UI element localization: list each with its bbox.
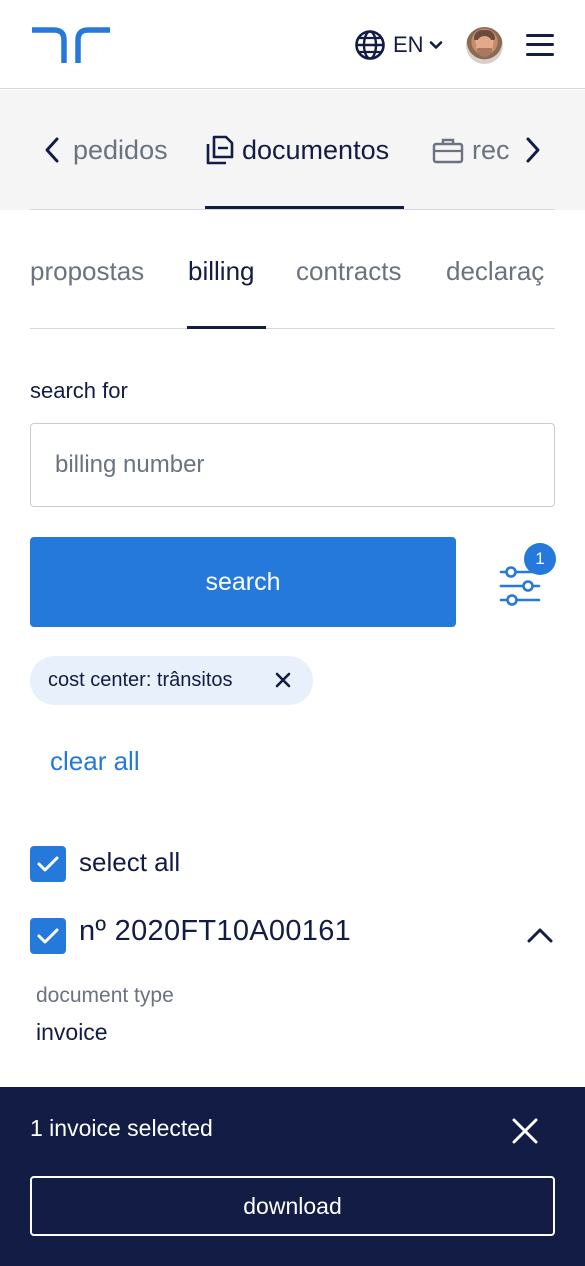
brand-logo-icon[interactable] — [32, 27, 110, 65]
tab-rec-label: rec — [472, 134, 510, 165]
hamburger-menu-icon[interactable] — [526, 33, 554, 57]
avatar-beard — [477, 48, 492, 57]
filter-count-badge: 1 — [524, 543, 556, 575]
subtab-contracts[interactable]: contracts — [296, 251, 402, 291]
document-icon — [206, 135, 234, 165]
tab-pedidos[interactable]: pedidos — [73, 130, 168, 170]
tab-documentos[interactable]: documentos — [206, 130, 389, 170]
user-avatar[interactable] — [466, 27, 503, 64]
chevron-right-icon[interactable] — [524, 136, 542, 164]
subtab-active-indicator — [187, 326, 266, 329]
subtab-billing[interactable]: billing — [188, 251, 255, 291]
selection-count-text: 1 invoice selected — [30, 1115, 213, 1141]
primary-tab-active-indicator — [205, 206, 404, 209]
search-label: search for — [30, 378, 128, 403]
billing-number-input[interactable] — [30, 423, 555, 507]
selection-action-bar: 1 invoice selected download — [0, 1087, 585, 1266]
filter-chip: cost center: trânsitos — [30, 656, 313, 705]
close-icon[interactable] — [274, 671, 292, 689]
subtab-declaracoes[interactable]: declaraç — [446, 251, 555, 291]
select-all-checkbox[interactable] — [30, 846, 66, 882]
language-selector[interactable]: EN — [354, 29, 443, 61]
download-button[interactable]: download — [30, 1176, 555, 1236]
clear-all-link[interactable]: clear all — [50, 746, 140, 777]
document-type-label: document type — [36, 984, 174, 1007]
tab-rec[interactable]: rec — [432, 130, 510, 170]
language-code: EN — [393, 32, 424, 57]
subtab-divider — [30, 328, 555, 329]
checkmark-icon — [37, 928, 59, 944]
subtab-propostas[interactable]: propostas — [30, 251, 144, 291]
tab-documentos-label: documentos — [242, 134, 390, 165]
document-type-value: invoice — [36, 1019, 108, 1045]
select-all-label[interactable]: select all — [79, 847, 180, 878]
search-button[interactable]: search — [30, 537, 456, 627]
app-header: EN — [0, 0, 585, 89]
chevron-left-icon[interactable] — [43, 136, 61, 164]
close-icon[interactable] — [511, 1117, 539, 1145]
filter-chip-label: cost center: trânsitos — [48, 669, 233, 691]
primary-tab-divider — [30, 209, 555, 210]
document-number[interactable]: nº 2020FT10A00161 — [79, 915, 351, 948]
briefcase-icon — [432, 138, 464, 164]
document-checkbox[interactable] — [30, 918, 66, 954]
tab-pedidos-label: pedidos — [73, 134, 168, 165]
chevron-up-icon[interactable] — [526, 925, 554, 945]
chevron-down-icon — [429, 41, 442, 49]
checkmark-icon — [37, 856, 59, 872]
globe-icon — [355, 30, 385, 60]
